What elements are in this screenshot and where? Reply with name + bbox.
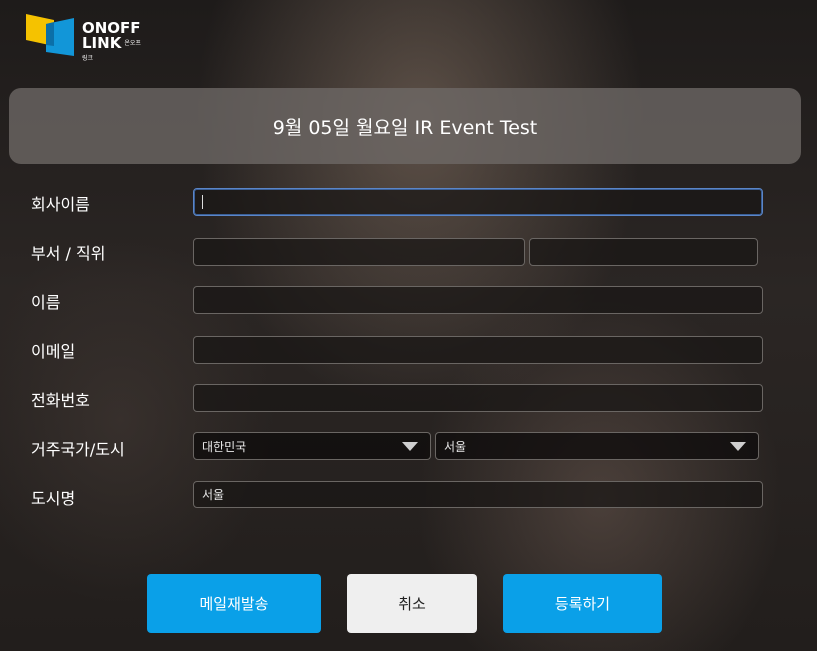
department-input[interactable] bbox=[193, 238, 525, 266]
register-button[interactable]: 등록하기 bbox=[503, 574, 662, 633]
name-label: 이름 bbox=[31, 293, 61, 312]
text-caret bbox=[202, 195, 203, 209]
logo-wordmark: ONOFF LINK 온오프링크 bbox=[82, 21, 144, 66]
phone-label: 전화번호 bbox=[31, 391, 90, 410]
company-input[interactable] bbox=[193, 188, 763, 216]
dept-title-label: 부서 / 직위 bbox=[31, 244, 106, 263]
position-input[interactable] bbox=[529, 238, 758, 266]
email-label: 이메일 bbox=[31, 342, 76, 361]
chevron-down-icon bbox=[402, 442, 418, 451]
name-input[interactable] bbox=[193, 286, 763, 314]
city-name-value: 서울 bbox=[202, 488, 225, 502]
email-input[interactable] bbox=[193, 336, 763, 364]
onofflink-logo-icon bbox=[26, 14, 74, 56]
country-select[interactable]: 대한민국 bbox=[193, 432, 431, 460]
onofflink-logo: ONOFF LINK 온오프링크 bbox=[24, 12, 144, 62]
logo-line2: LINK bbox=[82, 34, 122, 52]
resend-email-button[interactable]: 메일재발송 bbox=[147, 574, 321, 633]
phone-input[interactable] bbox=[193, 384, 763, 412]
country-select-value: 대한민국 bbox=[202, 439, 247, 454]
country-city-label: 거주국가/도시 bbox=[31, 440, 125, 459]
event-title: 9월 05일 월요일 IR Event Test bbox=[272, 116, 538, 139]
city-select-value: 서울 bbox=[444, 439, 467, 454]
cancel-button[interactable]: 취소 bbox=[347, 574, 477, 633]
event-title-bar: 9월 05일 월요일 IR Event Test bbox=[9, 88, 801, 164]
chevron-down-icon bbox=[730, 442, 746, 451]
city-name-field[interactable]: 서울 bbox=[193, 481, 763, 508]
city-name-label: 도시명 bbox=[31, 489, 76, 508]
company-label: 회사이름 bbox=[31, 195, 90, 214]
city-select[interactable]: 서울 bbox=[435, 432, 759, 460]
